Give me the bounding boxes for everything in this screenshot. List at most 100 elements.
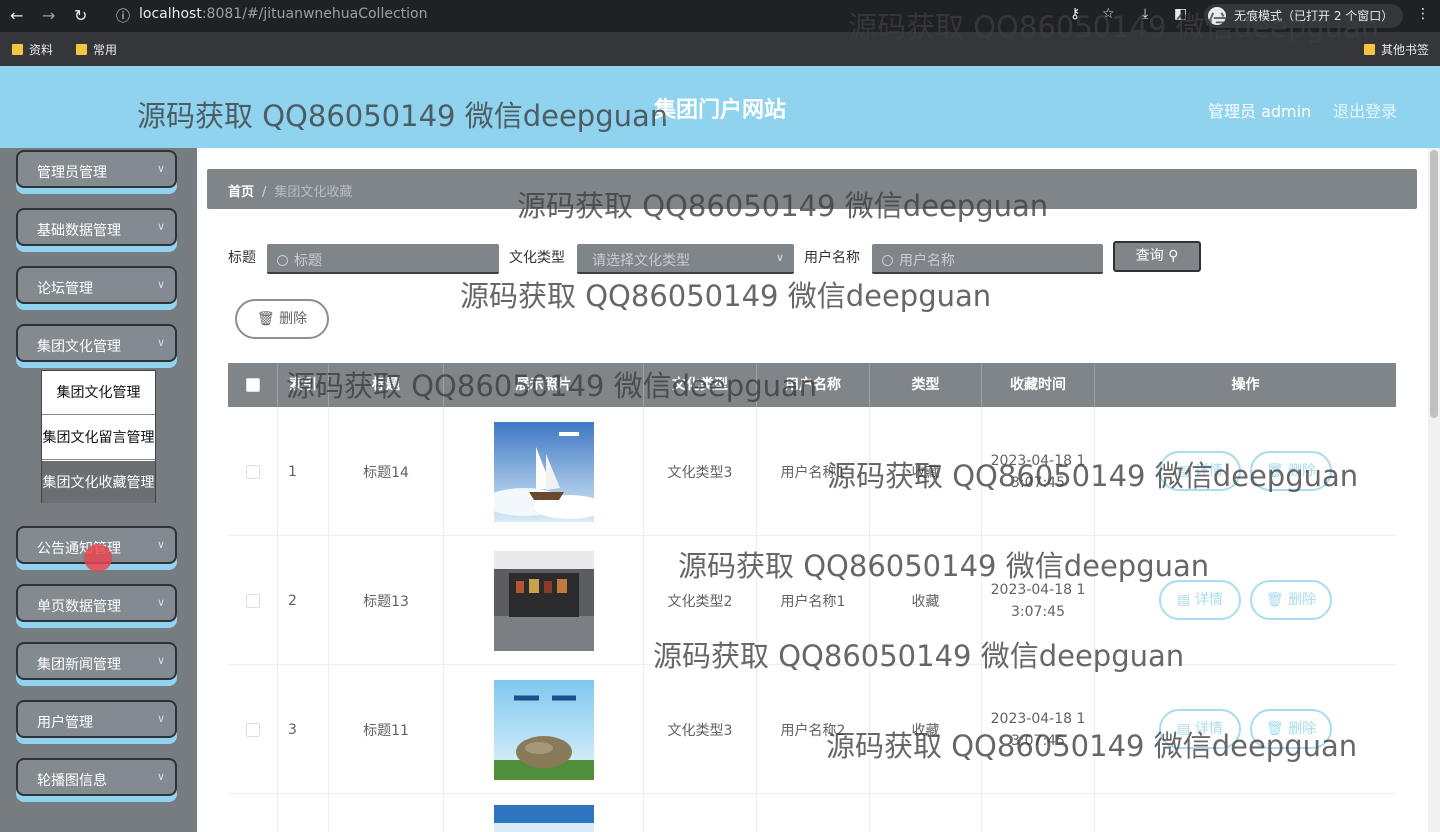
row-checkbox[interactable] xyxy=(245,722,260,737)
trash-icon: 🗑 xyxy=(1265,592,1284,608)
culture-photo[interactable] xyxy=(493,805,594,832)
operation-cell: ▤ 详情 🗑 删除 xyxy=(1095,407,1396,536)
incognito-badge[interactable]: 无痕模式（已打开 2 个窗口） xyxy=(1204,4,1404,28)
sidebar-item-culture[interactable]: 集团文化管理 ∨ xyxy=(16,324,177,362)
reload-icon[interactable]: ↻ xyxy=(74,6,87,25)
sidebar-item-forum[interactable]: 论坛管理 ∨ xyxy=(16,266,177,304)
column-header: 索引 xyxy=(278,363,329,407)
other-bookmarks[interactable]: 其他书签 xyxy=(1364,41,1429,58)
culture-type-cell: 文化类型3 xyxy=(644,407,757,536)
type-filter-label: 文化类型 xyxy=(509,250,565,266)
logout-link[interactable]: 退出登录 xyxy=(1333,98,1397,122)
culture-photo[interactable] xyxy=(493,421,594,522)
column-header: 用户名称 xyxy=(757,363,870,407)
row-checkbox[interactable] xyxy=(245,593,260,608)
chevron-down-icon: ∨ xyxy=(156,220,165,233)
sidebar-item-basic-data[interactable]: 基础数据管理 ∨ xyxy=(16,208,177,246)
sidebar-item-news[interactable]: 集团新闻管理 ∨ xyxy=(16,642,177,680)
document-icon: ▤ xyxy=(1177,721,1191,737)
download-icon[interactable]: ⤓ xyxy=(1142,6,1148,22)
username-cell: 用户名称1 xyxy=(757,536,870,665)
chevron-down-icon: ∨ xyxy=(156,162,165,175)
query-button[interactable]: 查询 ⚲ xyxy=(1113,241,1201,272)
bookmarks-bar: 资料 常用 其他书签 xyxy=(0,32,1440,66)
photo-cell xyxy=(444,794,644,832)
sidepanel-icon[interactable]: ◧ xyxy=(1174,6,1187,22)
submenu-item-culture-message[interactable]: 集团文化留言管理 xyxy=(42,416,155,460)
kind-cell: 收藏 xyxy=(870,536,982,665)
submenu-item-culture[interactable]: 集团文化管理 xyxy=(42,371,155,415)
search-icon xyxy=(882,255,893,266)
folder-icon xyxy=(76,44,87,55)
table-row: 3 标题11 文化类型3 用户名称2 收藏 2023-04-18 1 3:07:4… xyxy=(228,665,1396,794)
current-user: 管理员 admin xyxy=(1208,102,1312,121)
chevron-down-icon: ∨ xyxy=(775,251,784,264)
title-filter-label: 标题 xyxy=(228,250,256,266)
scrollbar-thumb[interactable] xyxy=(1430,150,1438,418)
photo-cell xyxy=(444,665,644,794)
search-icon: ⚲ xyxy=(1168,248,1179,264)
bookmark-folder[interactable]: 资料 xyxy=(12,41,53,58)
breadcrumb-current: 集团文化收藏 xyxy=(274,185,353,200)
column-header: 类型 xyxy=(870,363,982,407)
folder-icon xyxy=(12,44,23,55)
operation-cell xyxy=(1095,794,1396,832)
username-search-input[interactable]: 用户名称 xyxy=(872,244,1103,274)
folder-icon xyxy=(1364,44,1375,55)
star-icon[interactable]: ☆ xyxy=(1102,6,1115,22)
culture-photo[interactable] xyxy=(493,550,594,651)
user-filter-label: 用户名称 xyxy=(804,250,860,266)
collect-time-cell: 2023-04-18 1 3:07:45 xyxy=(982,407,1095,536)
column-header: 操作 xyxy=(1231,377,1260,393)
breadcrumb-home[interactable]: 首页 xyxy=(228,185,254,200)
column-header: 文化类型 xyxy=(644,363,757,407)
table-header: 索引 标题 展示照片 文化类型 用户名称 类型 收藏时间 操作 xyxy=(228,363,1396,407)
browser-toolbar: ← → ↻ ⓘ localhost:8081/#/jituanwnehuaCol… xyxy=(0,0,1440,32)
document-icon: ▤ xyxy=(1177,592,1191,608)
chevron-down-icon: ∨ xyxy=(156,712,165,725)
detail-button[interactable]: ▤ 详情 xyxy=(1159,580,1241,620)
sidebar-item-carousel[interactable]: 轮播图信息 ∨ xyxy=(16,758,177,796)
click-indicator xyxy=(84,544,112,572)
username-cell xyxy=(757,794,870,832)
batch-delete-button[interactable]: 🗑 删除 xyxy=(235,299,329,339)
index-cell xyxy=(278,794,329,832)
breadcrumb: 首页 / 集团文化收藏 xyxy=(207,169,1417,209)
kind-cell: 收藏 xyxy=(870,407,982,536)
row-checkbox[interactable] xyxy=(245,464,260,479)
select-all-checkbox[interactable] xyxy=(245,378,260,392)
collect-time-cell: 2023-04-18 1 3:07:45 xyxy=(982,665,1095,794)
url-text[interactable]: localhost:8081/#/jituanwnehuaCollection xyxy=(139,6,427,22)
menu-kebab-icon[interactable]: ⋮ xyxy=(1416,6,1430,22)
forward-icon[interactable]: → xyxy=(42,6,55,25)
sidebar-item-users[interactable]: 用户管理 ∨ xyxy=(16,700,177,738)
submenu-item-culture-collection[interactable]: 集团文化收藏管理 xyxy=(42,461,155,503)
row-select-cell xyxy=(228,665,278,794)
delete-button[interactable]: 🗑 删除 xyxy=(1250,451,1332,491)
bookmark-folder[interactable]: 常用 xyxy=(76,41,117,58)
delete-button[interactable]: 🗑 删除 xyxy=(1250,580,1332,620)
info-icon[interactable]: ⓘ xyxy=(116,6,130,26)
trash-icon: 🗑 xyxy=(1265,721,1284,737)
key-icon[interactable]: ⚷ xyxy=(1070,6,1080,22)
detail-button[interactable]: ▤ 详情 xyxy=(1159,451,1241,491)
row-select-cell xyxy=(228,794,278,832)
sidebar-item-page-data[interactable]: 单页数据管理 ∨ xyxy=(16,584,177,622)
row-select-cell xyxy=(228,536,278,665)
table-row: 2 标题13 文化类型2 用户名称1 收藏 2023-04-18 1 3:07:4… xyxy=(228,536,1396,665)
kind-cell: 收藏 xyxy=(870,665,982,794)
kind-cell xyxy=(870,794,982,832)
sidebar-item-admin[interactable]: 管理员管理 ∨ xyxy=(16,150,177,188)
culture-type-select[interactable]: 请选择文化类型 ∨ xyxy=(577,244,794,274)
collect-time-cell xyxy=(982,794,1095,832)
title-search-input[interactable]: 标题 xyxy=(267,244,499,274)
culture-type-cell xyxy=(644,794,757,832)
delete-button[interactable]: 🗑 删除 xyxy=(1250,709,1332,749)
table-row: 1 标题14 文化类型3 用户名称1 收藏 2023-04-18 1 3:07:4… xyxy=(228,407,1396,536)
username-cell: 用户名称1 xyxy=(757,407,870,536)
chevron-down-icon: ∨ xyxy=(156,336,165,349)
culture-photo[interactable] xyxy=(493,679,594,780)
back-icon[interactable]: ← xyxy=(10,6,23,25)
search-icon xyxy=(277,255,288,266)
detail-button[interactable]: ▤ 详情 xyxy=(1159,709,1241,749)
